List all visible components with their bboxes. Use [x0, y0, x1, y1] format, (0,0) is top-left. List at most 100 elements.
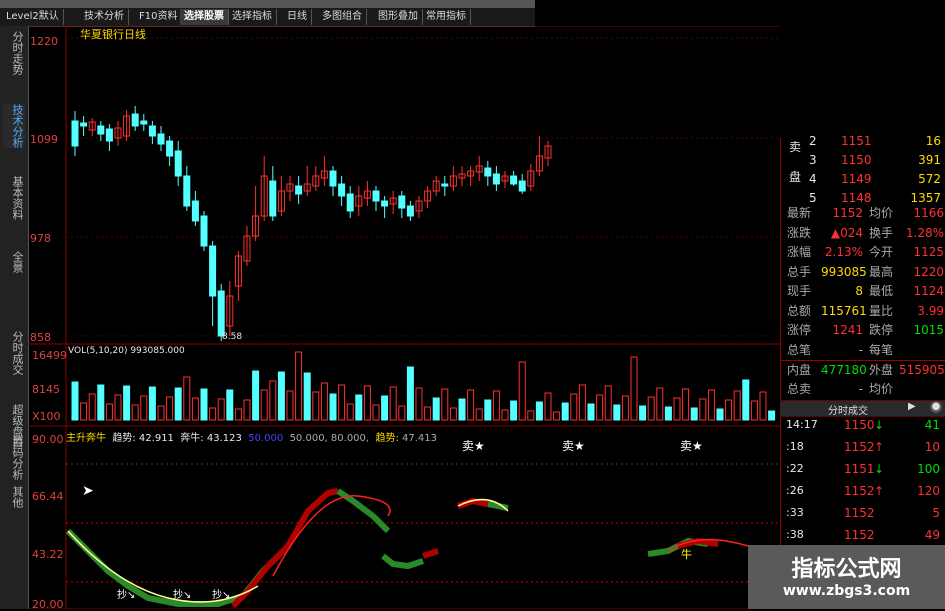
quote-value: 1220	[913, 264, 944, 279]
toolbar-top-strip	[0, 0, 535, 8]
candle-body	[166, 140, 174, 157]
toolbar-select-indicator[interactable]: 选择指标	[228, 9, 277, 25]
volume-bar	[535, 401, 543, 421]
ask-row[interactable]: 4 1149 572	[781, 170, 945, 189]
tab-intraday-trades[interactable]: 分时成交	[3, 331, 25, 375]
volume-bar	[604, 385, 612, 421]
trend2-label: 趋势:	[375, 433, 399, 444]
tick-price: 1151	[844, 462, 875, 476]
toolbar-daily[interactable]: 日线	[283, 9, 312, 25]
ask-level: 2	[809, 134, 817, 148]
volume-bar	[673, 397, 681, 421]
quote-value: 1241	[832, 323, 863, 337]
circle-icon[interactable]: ●	[930, 401, 942, 413]
indicator-value4: 50.000, 80.000,	[289, 433, 370, 444]
candle-body	[406, 205, 414, 217]
candle-body	[209, 245, 217, 297]
tick-direction: ↑	[874, 484, 885, 498]
volume-bar	[578, 384, 586, 421]
volume-bar	[690, 407, 698, 421]
candle-body	[157, 133, 165, 145]
quote-label: 换手	[869, 225, 894, 240]
play-icon[interactable]: ▶	[908, 401, 916, 412]
ask-price: 1149	[841, 172, 872, 186]
tick-volume: 41	[924, 418, 940, 432]
quote-row: 涨跌 ▲024 换手 1.28%	[781, 224, 945, 243]
quote-label: 总卖	[787, 381, 812, 396]
quote-value: 477180	[821, 363, 867, 377]
volume-bar	[346, 403, 354, 421]
ask-row[interactable]: 2 1151 16	[781, 132, 945, 151]
quote-label: 最高	[869, 264, 894, 279]
quote-value: 2.13%	[824, 245, 863, 259]
quote-value: ▲024	[830, 225, 863, 240]
volume-bar	[682, 388, 690, 421]
volume-bar	[320, 382, 328, 421]
volume-bar	[630, 356, 638, 421]
toolbar-overlay[interactable]: 图形叠加	[374, 9, 423, 25]
volume-bar	[97, 384, 105, 421]
tab-chip[interactable]: 筹码分析	[3, 436, 25, 480]
tab-fundamentals[interactable]: 基本资料	[3, 176, 25, 220]
tick-price: 1152	[844, 440, 875, 454]
quote-value: -	[858, 342, 863, 357]
toolbar-f10[interactable]: F10资料	[135, 9, 183, 25]
volume-bar	[234, 408, 242, 421]
toolbar-technical-analysis[interactable]: 技术分析	[80, 9, 129, 25]
tick-volume: 49	[924, 528, 940, 542]
volume-bar	[140, 395, 148, 421]
tab-panorama[interactable]: 全景	[3, 251, 25, 273]
quote-label: 均价	[869, 381, 894, 396]
volume-bar	[553, 411, 561, 421]
quote-value: 1124	[913, 284, 944, 298]
volume-bar	[398, 405, 406, 421]
volume-bar	[492, 390, 500, 421]
toolbar-multi-chart[interactable]: 多图组合	[318, 9, 367, 25]
candle-body	[295, 185, 303, 195]
candle-body	[217, 290, 225, 337]
candle-body	[329, 170, 337, 187]
tick-time: 14:17	[786, 418, 818, 431]
ask-volume: 16	[925, 134, 941, 148]
top-toolbar: Level2默认 技术分析 F10资料 选择股票 选择指标 日线 多图组合 图形…	[0, 0, 535, 27]
quote-label: 现手	[787, 284, 812, 298]
tab-other[interactable]: 其他	[3, 486, 25, 508]
low-price-label: 8.58	[222, 332, 243, 342]
tab-technical[interactable]: 技术分析	[3, 104, 25, 148]
quote-label: 外盘	[869, 363, 894, 377]
volume-bar	[561, 402, 569, 421]
bottom-tag: 抄↘	[117, 590, 136, 601]
ask-volume: 391	[918, 153, 941, 167]
tick-price: 1152	[844, 484, 875, 498]
toolbar-select-stock[interactable]: 选择股票	[180, 9, 229, 25]
toolbar-level2-default[interactable]: Level2默认	[2, 9, 64, 25]
quote-label: 跌停	[869, 323, 894, 337]
volume-bar	[647, 396, 655, 421]
bull-signal: 牛	[681, 548, 692, 561]
volume-bar	[639, 405, 647, 421]
volume-bar	[742, 379, 750, 421]
quote-label: 均价	[869, 206, 894, 220]
quote-label: 内盘	[787, 363, 812, 377]
trend-value: 42.911	[138, 433, 174, 444]
volume-bar	[329, 393, 337, 421]
volume-bar	[587, 403, 595, 421]
candle-body	[346, 193, 354, 212]
quote-value: 1.28%	[905, 225, 944, 240]
chart-canvas[interactable]	[28, 26, 780, 609]
ask-row[interactable]: 3 1150 391	[781, 151, 945, 170]
volume-bar	[725, 399, 733, 421]
volume-bar	[191, 397, 199, 421]
tick-volume: 100	[917, 462, 940, 476]
indicator-value3: 50.000	[248, 433, 284, 444]
tab-intraday[interactable]: 分时走势	[3, 31, 25, 75]
toolbar-common-indicators[interactable]: 常用指标	[422, 9, 471, 25]
volume-bar	[458, 398, 466, 421]
volume-axis-label: X100	[32, 410, 61, 423]
indicator-green-steps	[381, 553, 424, 570]
ask-level: 3	[809, 153, 817, 167]
volume-bar	[88, 393, 96, 421]
candle-body	[518, 180, 526, 192]
volume-bar	[243, 399, 251, 421]
quote-value: 3.99	[917, 303, 944, 318]
